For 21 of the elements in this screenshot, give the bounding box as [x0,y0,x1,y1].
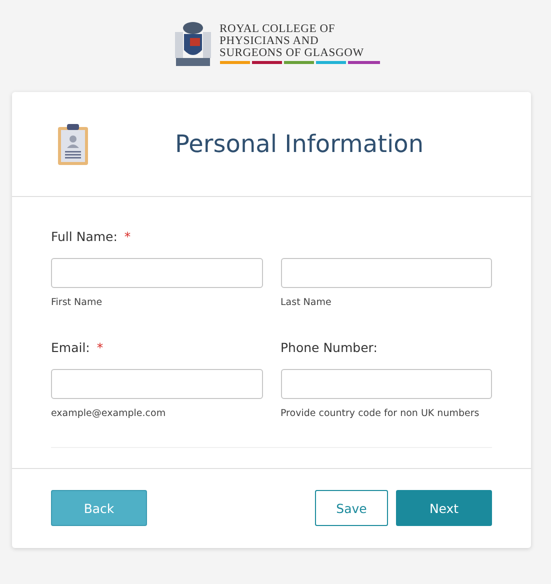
field-hint: First Name [51,297,104,308]
input-field[interactable] [51,258,262,288]
back-button[interactable]: Back [51,490,147,526]
save-button[interactable]: Save [315,490,388,526]
field-hint: example@example.com [51,408,167,419]
field-label: Email: [51,340,90,355]
logo-text: PHYSICIANS AND [220,34,320,46]
next-button[interactable]: Next [396,490,492,526]
required-mark: * [96,340,104,355]
field-hint: Provide country code for non UK numbers [280,408,480,419]
field-label: Full Name: [51,229,118,244]
logo-text: SURGEONS OF GLASGOW [220,46,365,58]
field-hint: Last Name [280,297,332,308]
logo-text: ROYAL COLLEGE OF [220,22,336,34]
input-field[interactable] [280,369,492,399]
input-field[interactable] [51,369,262,399]
input-field[interactable] [280,258,492,288]
required-mark: * [124,229,131,244]
field-label: Phone Number: [280,340,378,355]
form-title: Personal Information [175,130,424,158]
clipboard-icon [57,122,89,166]
